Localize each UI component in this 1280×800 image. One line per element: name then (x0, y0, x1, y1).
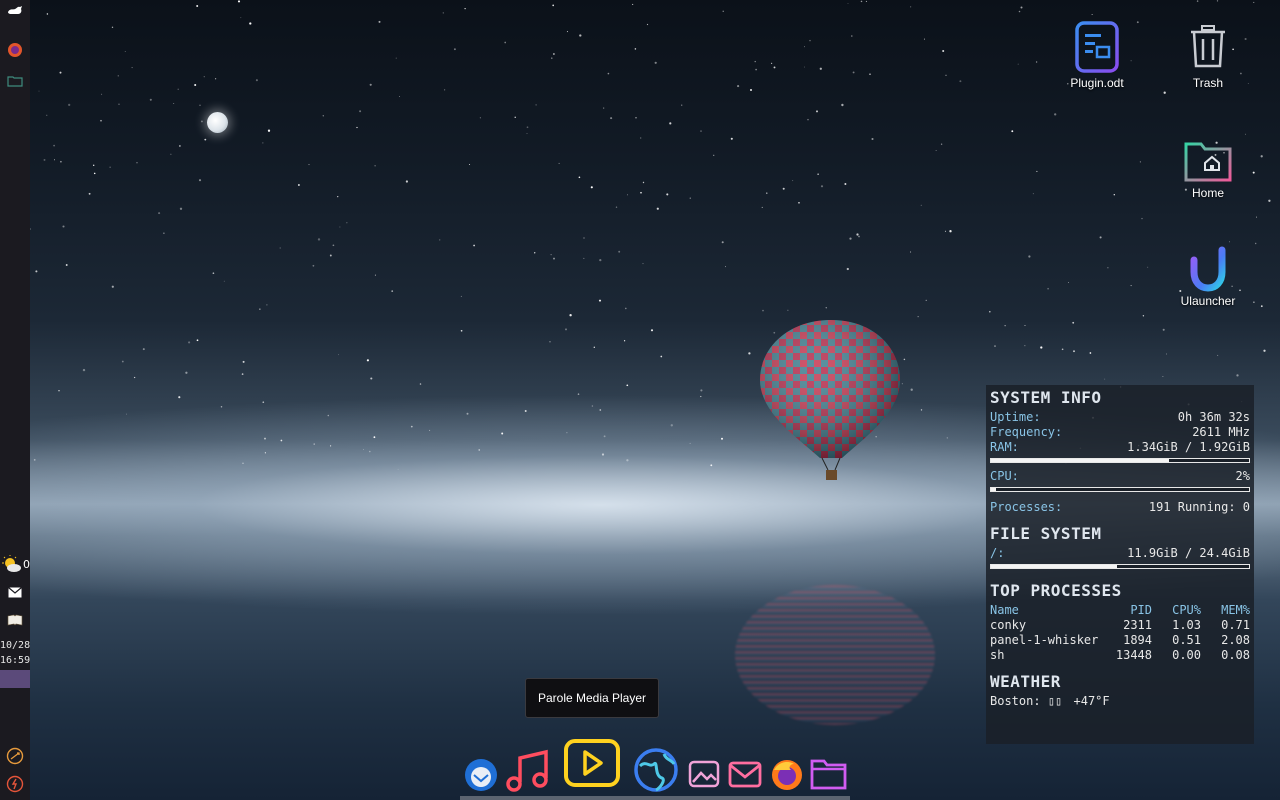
frequency-value: 2611 MHz (1192, 425, 1250, 439)
process-row: sh 13448 0.00 0.08 (990, 648, 1250, 663)
col-name: Name (990, 603, 1019, 617)
process-name: conky (990, 618, 1027, 632)
frequency-label: Frequency: (990, 425, 1063, 439)
mail-icon[interactable] (728, 760, 762, 790)
uptime-label: Uptime: (990, 410, 1041, 424)
desktop-icon-ulauncher[interactable]: Ulauncher (1163, 246, 1253, 308)
moon (207, 112, 228, 133)
process-cpu: 0.51 (1172, 633, 1201, 647)
top-processes-heading: TOP PROCESSES (990, 581, 1122, 600)
ram-label: RAM: (990, 440, 1019, 454)
weather-glyph: ▯▯ (1047, 694, 1063, 708)
col-cpu: CPU% (1172, 603, 1201, 617)
ram-bar (990, 458, 1250, 463)
cpu-label: CPU: (990, 469, 1019, 483)
power-icon[interactable] (0, 774, 30, 794)
processes-value: 191 Running: 0 (1148, 500, 1250, 514)
weather-row: Boston: ▯▯ +47°F (990, 694, 1250, 709)
book-icon[interactable] (0, 612, 30, 628)
left-panel: 0 10/28 16:59 (0, 0, 30, 800)
cpu-row: CPU: 2% (990, 469, 1250, 484)
active-workspace-indicator[interactable] (0, 670, 30, 688)
desktop-icon-label: Home (1191, 186, 1224, 200)
document-icon (1075, 21, 1119, 73)
uptime-row: Uptime: 0h 36m 32s (990, 410, 1250, 425)
weather-location: Boston: (990, 694, 1041, 708)
cpu-bar (990, 487, 1250, 492)
process-pid: 13448 (1115, 648, 1152, 662)
process-row: conky 2311 1.03 0.71 (990, 618, 1250, 633)
process-table-header: Name PID CPU% MEM% (990, 603, 1250, 618)
weather-temp: +47°F (1073, 694, 1110, 708)
root-fs-bar (990, 564, 1250, 569)
process-mem: 0.71 (1221, 618, 1250, 632)
ulauncher-icon (1190, 246, 1226, 292)
desktop-icon-label: Trash (1192, 76, 1224, 90)
cpu-bar-fill (991, 488, 997, 491)
process-name: sh (990, 648, 1005, 662)
menu-icon[interactable] (0, 2, 30, 20)
ram-value: 1.34GiB / 1.92GiB (1127, 440, 1250, 454)
root-fs-value: 11.9GiB / 24.4GiB (1127, 546, 1250, 560)
process-mem: 2.08 (1221, 633, 1250, 647)
dock-tooltip: Parole Media Player (525, 678, 659, 718)
trash-icon (1191, 25, 1225, 68)
panel-clock[interactable]: 10/28 16:59 (0, 638, 30, 668)
weather-temp-truncated: 0 (23, 557, 30, 571)
frequency-row: Frequency: 2611 MHz (990, 425, 1250, 440)
image-viewer-icon[interactable] (688, 758, 720, 790)
clock-date: 10/28 (0, 640, 31, 651)
dock-border (460, 796, 850, 800)
firefox-icon[interactable] (0, 40, 30, 60)
process-row: panel-1-whisker 1894 0.51 2.08 (990, 633, 1250, 648)
home-folder-icon (1184, 142, 1232, 182)
ram-row: RAM: 1.34GiB / 1.92GiB (990, 440, 1250, 455)
weather-icon[interactable]: 0 (0, 554, 32, 574)
desktop-icon-label: Plugin.odt (1070, 76, 1124, 90)
clock-time: 16:59 (0, 655, 31, 666)
process-pid: 2311 (1123, 618, 1152, 632)
desktop-icon-plugin-odt[interactable]: Plugin.odt (1052, 20, 1142, 90)
balloon-reflection (735, 585, 935, 725)
desktop-icon-label: Ulauncher (1180, 294, 1236, 308)
processes-row: Processes: 191 Running: 0 (990, 500, 1250, 515)
processes-label: Processes: (990, 500, 1063, 514)
col-mem: MEM% (1221, 603, 1250, 617)
thunderbird-icon[interactable] (462, 756, 500, 794)
network-icon[interactable] (0, 746, 30, 766)
firefox-icon[interactable] (770, 758, 804, 792)
hot-air-balloon (760, 320, 900, 480)
folder-icon[interactable] (0, 72, 30, 90)
process-cpu: 0.00 (1172, 648, 1201, 662)
ram-bar-fill (991, 459, 1170, 462)
root-fs-row: /: 11.9GiB / 24.4GiB (990, 546, 1250, 561)
process-name: panel-1-whisker (990, 633, 1099, 647)
mail-icon[interactable] (0, 584, 30, 600)
music-icon[interactable] (504, 748, 550, 794)
process-pid: 1894 (1123, 633, 1152, 647)
conky-widget: SYSTEM INFO Uptime: 0h 36m 32s Frequency… (986, 385, 1254, 744)
root-fs-label: /: (990, 546, 1005, 560)
process-cpu: 1.03 (1172, 618, 1201, 632)
uptime-value: 0h 36m 32s (1177, 410, 1250, 424)
process-mem: 0.08 (1221, 648, 1250, 662)
desktop-icon-trash[interactable]: Trash (1163, 22, 1253, 90)
weather-heading: WEATHER (990, 672, 1061, 691)
system-info-heading: SYSTEM INFO (990, 388, 1102, 407)
dock (460, 738, 850, 800)
col-pid: PID (1130, 603, 1152, 617)
web-browser-icon[interactable] (632, 746, 680, 794)
root-fs-bar-fill (991, 565, 1118, 568)
cpu-value: 2% (1235, 469, 1250, 483)
file-system-heading: FILE SYSTEM (990, 524, 1102, 543)
files-icon[interactable] (810, 758, 848, 792)
desktop-icon-home[interactable]: Home (1163, 140, 1253, 200)
media-player-icon[interactable] (563, 738, 621, 790)
